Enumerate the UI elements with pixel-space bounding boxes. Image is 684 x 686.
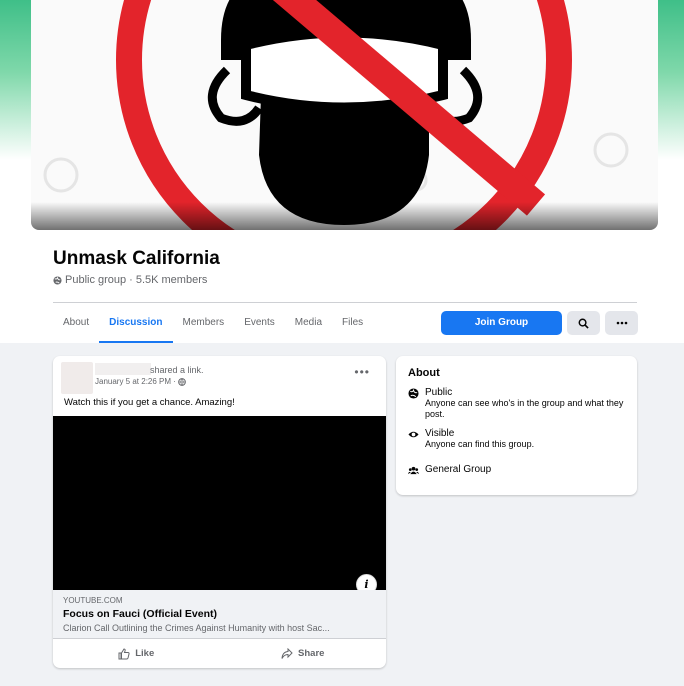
about-card: About Public Anyone can see who's in the… bbox=[396, 356, 637, 495]
link-domain: YOUTUBE.COM bbox=[63, 596, 123, 605]
tab-discussion[interactable]: Discussion bbox=[99, 303, 173, 343]
members-count[interactable]: 5.5K members bbox=[136, 274, 208, 286]
more-options-button[interactable] bbox=[605, 311, 638, 335]
tab-events[interactable]: Events bbox=[234, 303, 285, 343]
globe-icon bbox=[53, 275, 62, 285]
about-item-public: Public Anyone can see who's in the group… bbox=[408, 387, 625, 420]
tab-members[interactable]: Members bbox=[173, 303, 235, 343]
about-public-desc: Anyone can see who's in the group and wh… bbox=[425, 398, 624, 419]
like-label: Like bbox=[135, 648, 155, 659]
post-text: Watch this if you get a chance. Amazing! bbox=[64, 397, 235, 408]
share-button[interactable]: Share bbox=[220, 639, 387, 668]
about-general-label: General Group bbox=[425, 464, 492, 475]
tab-media[interactable]: Media bbox=[285, 303, 332, 343]
cover-photo[interactable] bbox=[31, 0, 658, 230]
search-button[interactable] bbox=[567, 311, 600, 335]
share-label: Share bbox=[298, 648, 325, 659]
group-tabs: About Discussion Members Events Media Fi… bbox=[53, 303, 373, 343]
about-item-general: General Group bbox=[408, 464, 491, 476]
group-title[interactable]: Unmask California bbox=[53, 248, 220, 270]
meta-separator: · bbox=[129, 274, 133, 286]
join-group-button[interactable]: Join Group bbox=[441, 311, 562, 335]
tab-about[interactable]: About bbox=[53, 303, 99, 343]
about-item-visible: Visible Anyone can find this group. bbox=[408, 428, 625, 450]
about-visible-desc: Anyone can find this group. bbox=[425, 439, 535, 449]
post-timestamp[interactable]: January 5 at 2:26 PM · bbox=[95, 377, 186, 386]
post-action-text: shared a link. bbox=[150, 365, 204, 375]
eye-icon bbox=[408, 431, 419, 438]
group-icon bbox=[408, 466, 419, 475]
author-name-redacted[interactable] bbox=[95, 363, 151, 375]
tab-files[interactable]: Files bbox=[332, 303, 373, 343]
video-player[interactable]: i bbox=[53, 416, 386, 595]
search-icon bbox=[578, 318, 589, 329]
about-visible-label: Visible bbox=[425, 428, 455, 439]
no-mask-sign-image bbox=[43, 0, 629, 230]
group-meta: Public group · 5.5K members bbox=[53, 274, 207, 286]
post-more-icon[interactable]: ••• bbox=[354, 366, 370, 378]
link-description: Clarion Call Outlining the Crimes Agains… bbox=[63, 623, 330, 633]
thumbs-up-icon bbox=[118, 647, 130, 659]
about-title: About bbox=[408, 367, 440, 379]
privacy-label: Public group bbox=[65, 274, 127, 286]
about-public-label: Public bbox=[425, 387, 453, 398]
cover-shade bbox=[31, 202, 658, 230]
avatar[interactable] bbox=[61, 362, 93, 394]
link-preview[interactable]: YOUTUBE.COM Focus on Fauci (Official Eve… bbox=[53, 590, 386, 638]
post-time-text: January 5 at 2:26 PM · bbox=[95, 377, 176, 386]
post-actions: Like Share bbox=[53, 638, 386, 668]
group-header bbox=[0, 0, 684, 343]
post-card: shared a link. January 5 at 2:26 PM · ••… bbox=[53, 356, 386, 668]
globe-icon bbox=[178, 377, 186, 386]
globe-icon bbox=[408, 388, 419, 399]
link-title: Focus on Fauci (Official Event) bbox=[63, 608, 218, 620]
more-icon bbox=[616, 321, 627, 325]
like-button[interactable]: Like bbox=[53, 639, 220, 668]
share-icon bbox=[281, 647, 293, 659]
